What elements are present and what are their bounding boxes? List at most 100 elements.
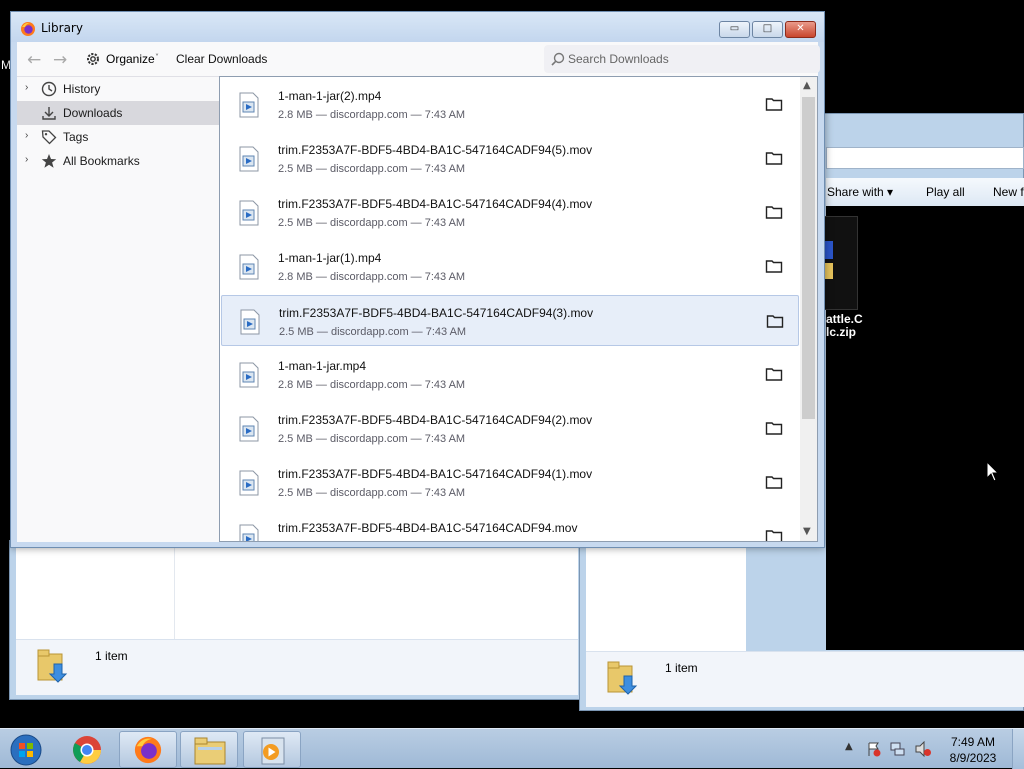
clear-downloads-button[interactable]: Clear Downloads (176, 52, 267, 66)
folder-download-icon (37, 649, 68, 683)
forward-arrow-icon[interactable]: → (53, 50, 67, 70)
download-details: 2.5 MB — discordapp.com — 7:43 AM (278, 487, 466, 499)
taskbar-file-explorer-button[interactable] (180, 731, 238, 768)
vertical-scrollbar[interactable]: ▲ ▼ (800, 77, 817, 541)
scroll-up-icon[interactable]: ▲ (803, 80, 811, 91)
star-icon (41, 154, 57, 168)
scroll-down-icon[interactable]: ▼ (803, 526, 811, 537)
download-details: 2.8 MB — discordapp.com — 7:43 AM (278, 109, 466, 121)
download-item[interactable]: trim.F2353A7F-BDF5-4BD4-BA1C-547164CADF9… (221, 133, 799, 184)
background-explorer-statusbar-left: 1 item (16, 639, 578, 695)
video-file-icon (239, 416, 259, 442)
video-file-icon (239, 470, 259, 496)
taskbar-chrome-button[interactable] (58, 731, 116, 768)
download-details: 2.5 MB — discordapp.com — 7:43 AM (278, 163, 466, 175)
organize-button[interactable]: Organize ˅ (85, 47, 165, 71)
open-folder-icon[interactable] (765, 96, 783, 112)
network-icon[interactable] (890, 741, 906, 757)
sidebar-item-label: Tags (63, 130, 89, 144)
download-filename: trim.F2353A7F-BDF5-4BD4-BA1C-547164CADF9… (278, 143, 593, 157)
download-item[interactable]: trim.F2353A7F-BDF5-4BD4-BA1C-547164CADF9… (221, 511, 799, 542)
search-icon (551, 52, 565, 66)
open-folder-icon[interactable] (765, 420, 783, 436)
sidebar-item-tags[interactable]: › Tags (17, 125, 219, 149)
download-item[interactable]: 1-man-1-jar(1).mp4 2.8 MB — discordapp.co… (221, 241, 799, 292)
open-folder-icon[interactable] (765, 528, 783, 542)
chrome-icon (73, 736, 101, 764)
download-filename: trim.F2353A7F-BDF5-4BD4-BA1C-547164CADF9… (278, 413, 593, 427)
open-folder-icon[interactable] (766, 313, 784, 329)
zip-file-icon[interactable] (822, 216, 858, 310)
download-item[interactable]: trim.F2353A7F-BDF5-4BD4-BA1C-547164CADF9… (221, 187, 799, 238)
video-file-icon (239, 524, 259, 541)
video-file-icon (239, 362, 259, 388)
title-bar[interactable]: Library ▭ □ ✕ (11, 12, 824, 42)
desktop-file-label: attle.C (826, 312, 863, 326)
background-explorer-statusbar-right: 1 item (586, 651, 1024, 707)
open-folder-icon[interactable] (765, 258, 783, 274)
download-item[interactable]: trim.F2353A7F-BDF5-4BD4-BA1C-547164CADF9… (221, 295, 799, 346)
back-arrow-icon[interactable]: ← (27, 50, 41, 70)
sidebar-item-label: Downloads (63, 106, 123, 120)
download-item[interactable]: trim.F2353A7F-BDF5-4BD4-BA1C-547164CADF9… (221, 403, 799, 454)
show-hidden-icons-button[interactable]: ▲ (845, 741, 853, 752)
background-explorer-content-left (16, 546, 578, 639)
clock-icon (41, 81, 57, 97)
firefox-icon (134, 736, 162, 764)
window-title: Library (41, 21, 83, 35)
action-center-flag-icon[interactable] (866, 741, 882, 757)
folder-download-icon (607, 661, 638, 695)
new-folder-button[interactable]: New f (993, 185, 1024, 199)
background-explorer-addressbar (826, 147, 1024, 169)
download-details: 2.5 MB — discordapp.com — 7:43 AM (278, 217, 466, 229)
play-all-button[interactable]: Play all (926, 185, 965, 199)
sidebar: › History Downloads › Tags › All Bookmar… (17, 76, 219, 542)
taskbar: ▲ 7:49 AM 8/9/2023 (0, 728, 1024, 769)
download-filename: 1-man-1-jar.mp4 (278, 359, 367, 373)
share-with-button[interactable]: Share with ▾ (827, 185, 893, 199)
video-file-icon (239, 146, 259, 172)
start-button[interactable] (2, 731, 52, 768)
download-details: 2.8 MB — discordapp.com — 7:43 AM (278, 271, 466, 283)
sidebar-item-all-bookmarks[interactable]: › All Bookmarks (17, 149, 219, 173)
download-item[interactable]: 1-man-1-jar(2).mp4 2.8 MB — discordapp.co… (221, 79, 799, 130)
expand-arrow-icon[interactable]: › (25, 154, 28, 165)
sidebar-item-downloads[interactable]: Downloads (17, 101, 219, 125)
open-folder-icon[interactable] (765, 204, 783, 220)
sidebar-item-history[interactable]: › History (17, 77, 219, 101)
chevron-down-icon: ˅ (155, 53, 159, 62)
open-folder-icon[interactable] (765, 474, 783, 490)
open-folder-icon[interactable] (765, 366, 783, 382)
background-explorer-toolbar: Share with ▾ Play all New f (826, 178, 1024, 206)
close-button[interactable]: ✕ (785, 21, 816, 38)
open-folder-icon[interactable] (765, 150, 783, 166)
download-details: 2.5 MB — discordapp.com — 7:43 AM (278, 433, 466, 445)
search-input[interactable]: Search Downloads (544, 45, 820, 73)
clock-date: 8/9/2023 (949, 751, 997, 765)
system-clock[interactable]: 7:49 AM 8/9/2023 (946, 734, 1000, 766)
download-item[interactable]: 1-man-1-jar.mp4 2.8 MB — discordapp.com —… (221, 349, 799, 400)
taskbar-firefox-button[interactable] (119, 731, 177, 768)
download-details: 2.5 MB — discordapp.com — 7:43 AM (279, 326, 467, 338)
video-file-icon (239, 92, 259, 118)
minimize-button[interactable]: ▭ (719, 21, 750, 38)
expand-arrow-icon[interactable]: › (25, 130, 28, 141)
tag-icon (41, 130, 57, 145)
download-icon (42, 107, 56, 120)
video-file-icon (239, 200, 259, 226)
show-desktop-button[interactable] (1012, 729, 1024, 769)
download-filename: trim.F2353A7F-BDF5-4BD4-BA1C-547164CADF9… (279, 306, 594, 320)
volume-muted-icon[interactable] (914, 741, 932, 757)
scrollbar-thumb[interactable] (802, 97, 815, 419)
download-filename: trim.F2353A7F-BDF5-4BD4-BA1C-547164CADF9… (278, 521, 578, 535)
taskbar-media-player-button[interactable] (243, 731, 301, 768)
gear-icon (87, 53, 99, 65)
media-player-icon (261, 737, 285, 765)
download-item[interactable]: trim.F2353A7F-BDF5-4BD4-BA1C-547164CADF9… (221, 457, 799, 508)
library-window: Library ▭ □ ✕ ← → Organize ˅ Clear Downl… (10, 11, 825, 548)
download-filename: 1-man-1-jar(1).mp4 (278, 251, 382, 265)
status-item-count: 1 item (95, 649, 128, 663)
expand-arrow-icon[interactable]: › (25, 82, 28, 93)
download-filename: trim.F2353A7F-BDF5-4BD4-BA1C-547164CADF9… (278, 197, 593, 211)
maximize-button[interactable]: □ (752, 21, 783, 38)
